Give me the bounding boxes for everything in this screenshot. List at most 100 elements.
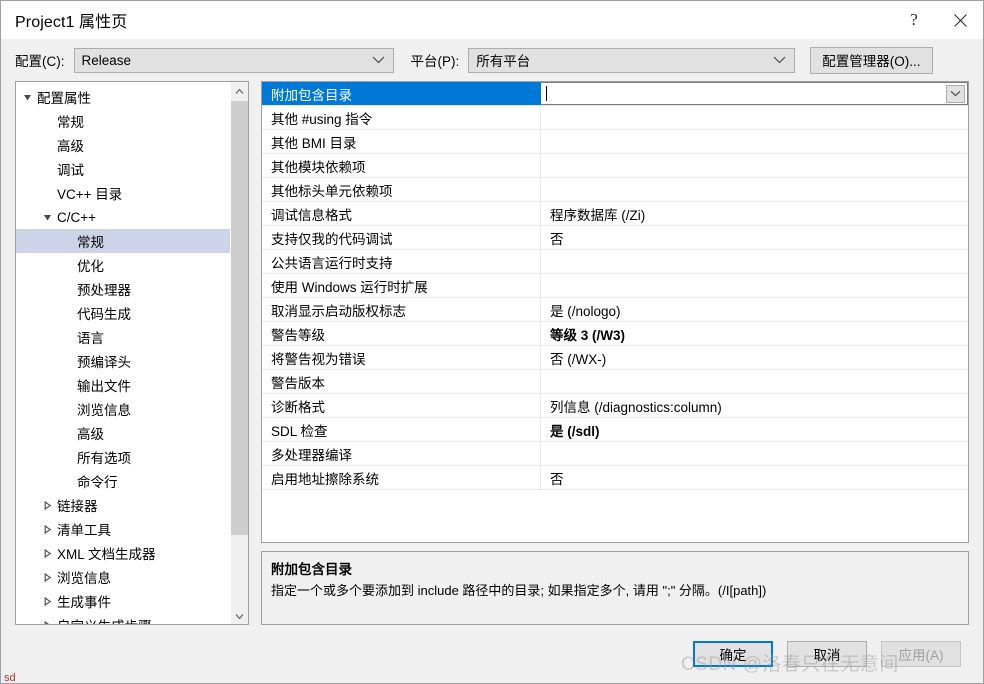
property-value[interactable] <box>541 370 968 393</box>
description-title: 附加包含目录 <box>271 562 352 577</box>
scroll-track[interactable] <box>231 99 248 607</box>
property-name: 其他 #using 指令 <box>262 106 541 129</box>
property-value[interactable]: 否 (/WX-) <box>541 346 968 369</box>
property-row[interactable]: 启用地址擦除系统否 <box>262 466 968 490</box>
tree-item-15[interactable]: 所有选项 <box>16 445 230 469</box>
close-icon <box>953 13 968 28</box>
property-row[interactable]: 附加包含目录 <box>262 82 968 106</box>
property-row[interactable]: 诊断格式 列信息 (/diagnostics:column) <box>262 394 968 418</box>
property-name: 其他标头单元依赖项 <box>262 178 541 201</box>
configuration-dropdown[interactable]: Release <box>73 47 394 73</box>
tree-item-6[interactable]: 常规 <box>16 229 230 253</box>
property-value[interactable] <box>541 130 968 153</box>
tree-item-label: C/C++ <box>57 209 97 225</box>
tree-item-label: 高级 <box>77 427 104 442</box>
tree-item-label: 自定义生成步骤 <box>55 615 152 624</box>
property-value[interactable] <box>541 178 968 201</box>
property-row[interactable]: 调试信息格式 程序数据库 (/Zi) <box>262 202 968 226</box>
tree-item-8[interactable]: 预处理器 <box>16 277 230 301</box>
property-row[interactable]: SDL 检查是 (/sdl) <box>262 418 968 442</box>
expander-collapsed-icon[interactable] <box>40 524 55 534</box>
property-value[interactable] <box>541 442 968 465</box>
property-row[interactable]: 取消显示启动版权标志是 (/nologo) <box>262 298 968 322</box>
tree-item-4[interactable]: VC++ 目录 <box>16 181 230 205</box>
expander-expanded-icon[interactable] <box>20 93 35 102</box>
property-row[interactable]: 多处理器编译 <box>262 442 968 466</box>
tree-item-20[interactable]: 浏览信息 <box>16 565 230 589</box>
platform-value: 所有平台 <box>476 54 531 69</box>
tree-item-5[interactable]: C/C++ <box>16 205 230 229</box>
help-button[interactable]: ? <box>891 1 937 39</box>
tree-item-label: 输出文件 <box>77 379 131 394</box>
property-pane: 附加包含目录 其他 #using 指令 其他 BMI 目录 其他模块依赖项 其他标头单元… <box>261 81 969 625</box>
tree-item-14[interactable]: 高级 <box>16 421 230 445</box>
tree-item-22[interactable]: 自定义生成步骤 <box>16 613 230 624</box>
tree-item-7[interactable]: 优化 <box>16 253 230 277</box>
property-value[interactable]: 否 <box>541 466 968 489</box>
property-value[interactable] <box>541 274 968 297</box>
property-value[interactable]: 程序数据库 (/Zi) <box>541 202 968 225</box>
property-value-editor[interactable] <box>541 82 968 105</box>
platform-label: 平台(P): <box>410 54 460 69</box>
tree-item-18[interactable]: 清单工具 <box>16 517 230 541</box>
property-value[interactable]: 列信息 (/diagnostics:column) <box>541 394 968 417</box>
scroll-down-button[interactable] <box>231 607 248 624</box>
expander-collapsed-icon[interactable] <box>40 500 55 510</box>
tree-item-3[interactable]: 调试 <box>16 157 230 181</box>
configuration-tree[interactable]: 配置属性 常规 高级 调试 VC++ 目录 C/C++ 常规 优化 预处理器 代码生成 语言 预编译头… <box>16 82 230 624</box>
property-row[interactable]: 警告版本 <box>262 370 968 394</box>
tree-item-17[interactable]: 链接器 <box>16 493 230 517</box>
expander-collapsed-icon[interactable] <box>40 572 55 582</box>
description-panel: 附加包含目录 指定一个或多个要添加到 include 路径中的目录; 如果指定多… <box>261 551 969 625</box>
tree-item-2[interactable]: 高级 <box>16 133 230 157</box>
tree-item-11[interactable]: 预编译头 <box>16 349 230 373</box>
property-row[interactable]: 将警告视为错误否 (/WX-) <box>262 346 968 370</box>
tree-item-16[interactable]: 命令行 <box>16 469 230 493</box>
property-name: 启用地址擦除系统 <box>262 466 541 489</box>
expander-expanded-icon[interactable] <box>40 213 55 222</box>
property-row[interactable]: 其他 BMI 目录 <box>262 130 968 154</box>
property-row[interactable]: 其他模块依赖项 <box>262 154 968 178</box>
property-row[interactable]: 支持仅我的代码调试否 <box>262 226 968 250</box>
tree-scrollbar[interactable] <box>230 82 248 624</box>
configuration-manager-button[interactable]: 配置管理器(O)... <box>810 46 933 74</box>
tree-item-label: 语言 <box>77 331 104 346</box>
cancel-button[interactable]: 取消 <box>787 641 867 667</box>
property-row[interactable]: 其他标头单元依赖项 <box>262 178 968 202</box>
property-row[interactable]: 警告等级 等级 3 (/W3) <box>262 322 968 346</box>
property-value[interactable] <box>541 154 968 177</box>
tree-item-19[interactable]: XML 文档生成器 <box>16 541 230 565</box>
property-value[interactable]: 是 (/nologo) <box>541 298 968 321</box>
tree-item-13[interactable]: 浏览信息 <box>16 397 230 421</box>
property-editor-dropdown-button[interactable] <box>946 84 965 103</box>
text-caret <box>546 86 547 101</box>
property-name: 其他模块依赖项 <box>262 154 541 177</box>
tree-item-12[interactable]: 输出文件 <box>16 373 230 397</box>
close-button[interactable] <box>937 1 983 39</box>
property-value[interactable] <box>541 250 968 273</box>
tree-item-1[interactable]: 常规 <box>16 109 230 133</box>
tree-item-10[interactable]: 语言 <box>16 325 230 349</box>
property-value[interactable]: 是 (/sdl) <box>541 418 968 441</box>
property-row[interactable]: 使用 Windows 运行时扩展 <box>262 274 968 298</box>
chevron-up-icon <box>235 83 244 98</box>
property-value[interactable]: 否 <box>541 226 968 249</box>
scroll-thumb[interactable] <box>231 101 248 535</box>
tree-item-0[interactable]: 配置属性 <box>16 85 230 109</box>
tree-item-label: VC++ 目录 <box>57 187 123 202</box>
expander-collapsed-icon[interactable] <box>40 596 55 606</box>
property-value[interactable]: 等级 3 (/W3) <box>541 322 968 345</box>
property-name: 诊断格式 <box>262 394 541 417</box>
property-name: 使用 Windows 运行时扩展 <box>262 274 541 297</box>
platform-dropdown[interactable]: 所有平台 <box>468 47 796 73</box>
property-row[interactable]: 公共语言运行时支持 <box>262 250 968 274</box>
tree-item-21[interactable]: 生成事件 <box>16 589 230 613</box>
ok-button[interactable]: 确定 <box>693 641 773 667</box>
expander-collapsed-icon[interactable] <box>40 620 55 624</box>
scroll-up-button[interactable] <box>231 82 248 99</box>
tree-item-9[interactable]: 代码生成 <box>16 301 230 325</box>
property-row[interactable]: 其他 #using 指令 <box>262 106 968 130</box>
property-value[interactable] <box>541 106 968 129</box>
configuration-label: 配置(C): <box>15 54 65 69</box>
expander-collapsed-icon[interactable] <box>40 548 55 558</box>
